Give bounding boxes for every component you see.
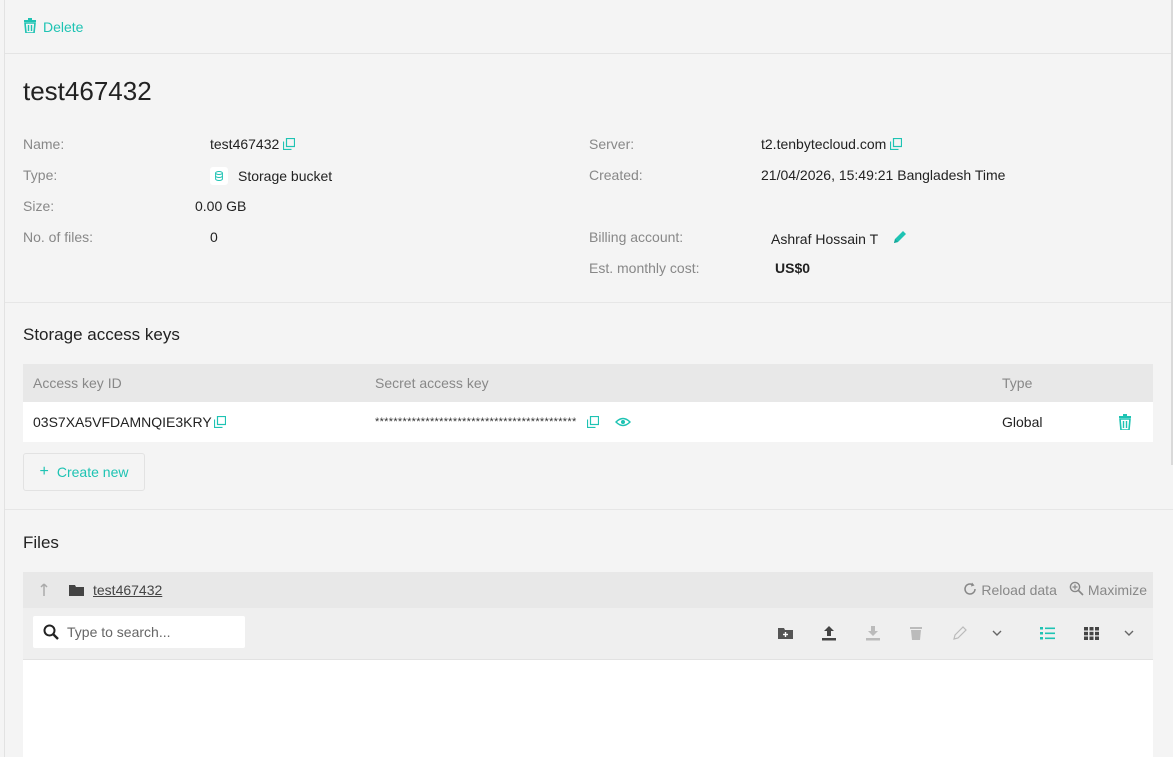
type-cell: Global: [1002, 414, 1043, 430]
reload-icon: [963, 582, 977, 599]
bucket-properties: Name: test467432 Type: Storage bucket Si…: [23, 132, 1163, 292]
access-keys-table: Access key ID Secret access key Type 03S…: [23, 364, 1153, 442]
file-list-area: [23, 660, 1153, 757]
plus-icon: +: [39, 463, 49, 480]
monthly-cost-value: US$0: [775, 260, 811, 276]
access-key-id-text: 03S7XA5VFDAMNQIE3KRY: [33, 414, 212, 430]
new-folder-icon[interactable]: [776, 624, 794, 642]
breadcrumb-folder[interactable]: test467432: [93, 582, 162, 598]
delete-button[interactable]: Delete: [23, 17, 84, 36]
delete-label: Delete: [43, 18, 84, 35]
files-count-label: No. of files:: [23, 229, 94, 245]
trash-icon[interactable]: [907, 624, 925, 642]
table-row: 03S7XA5VFDAMNQIE3KRY *******************…: [23, 402, 1153, 442]
eye-icon[interactable]: [614, 414, 631, 430]
reload-label: Reload data: [981, 582, 1057, 598]
billing-account-label: Billing account:: [589, 229, 684, 245]
up-level-icon[interactable]: [39, 583, 49, 597]
reload-data-button[interactable]: Reload data: [963, 582, 1057, 599]
secret-text: ****************************************…: [375, 416, 577, 428]
search-icon: [43, 624, 59, 640]
maximize-button[interactable]: Maximize: [1069, 581, 1147, 599]
action-bar: Delete: [5, 0, 1173, 54]
size-value: 0.00 GB: [195, 198, 247, 214]
folder-icon: [69, 584, 84, 596]
files-count-value: 0: [210, 229, 218, 245]
chevron-down-icon[interactable]: [988, 624, 1006, 642]
page-title: test467432: [23, 76, 152, 106]
server-text: t2.tenbytecloud.com: [761, 136, 887, 152]
created-value: 21/04/2026, 15:49:21 Bangladesh Time: [761, 167, 1006, 183]
copy-icon[interactable]: [586, 416, 599, 428]
table-header: Access key ID Secret access key Type: [23, 364, 1153, 402]
server-value: t2.tenbytecloud.com: [761, 136, 903, 152]
storage-bucket-icon: [210, 167, 228, 185]
divider: [5, 302, 1173, 303]
file-browser-toolbar: [23, 608, 1153, 660]
chevron-down-icon[interactable]: [1120, 624, 1138, 642]
billing-account-text: Ashraf Hossain T: [771, 230, 879, 247]
column-header-type: Type: [1002, 375, 1033, 391]
copy-icon[interactable]: [213, 416, 226, 428]
maximize-label: Maximize: [1087, 582, 1147, 598]
section-title-files: Files: [23, 533, 59, 552]
column-header-access-key-id: Access key ID: [33, 375, 122, 391]
type-value: Storage bucket: [210, 167, 332, 185]
billing-account-value: Ashraf Hossain T: [771, 229, 908, 248]
monthly-cost-label: Est. monthly cost:: [589, 260, 700, 276]
created-label: Created:: [589, 167, 643, 183]
download-icon[interactable]: [864, 624, 882, 642]
rename-pencil-icon[interactable]: [951, 624, 969, 642]
pencil-icon[interactable]: [892, 229, 908, 248]
upload-icon[interactable]: [820, 624, 838, 642]
name-value: test467432: [210, 136, 296, 152]
access-key-id-cell: 03S7XA5VFDAMNQIE3KRY: [33, 402, 226, 442]
name-label: Name:: [23, 136, 65, 152]
type-text: Storage bucket: [238, 168, 333, 184]
grid-view-icon[interactable]: [1082, 624, 1100, 642]
section-title-access-keys: Storage access keys: [23, 325, 180, 344]
copy-icon[interactable]: [283, 138, 296, 150]
secret-cell: ****************************************…: [375, 402, 631, 442]
create-new-label: Create new: [56, 464, 129, 480]
create-new-key-button[interactable]: + Create new: [23, 453, 145, 491]
size-label: Size:: [23, 198, 55, 214]
column-header-secret: Secret access key: [375, 375, 489, 391]
copy-icon[interactable]: [890, 138, 903, 150]
file-browser-actions: Reload data Maximize: [963, 572, 1147, 608]
file-browser-header: test467432 Reload data Maximize: [23, 572, 1153, 608]
search-box: [33, 616, 245, 648]
trash-icon: [23, 17, 37, 36]
zoom-in-icon: [1069, 581, 1084, 599]
type-label: Type:: [23, 167, 58, 183]
search-input[interactable]: [67, 624, 237, 640]
name-text: test467432: [210, 136, 280, 152]
delete-key-icon[interactable]: [1118, 402, 1132, 442]
list-view-icon[interactable]: [1038, 624, 1056, 642]
divider: [5, 509, 1173, 510]
bucket-details-page: Delete test467432 Name: test467432 Type:…: [4, 0, 1173, 757]
server-label: Server:: [589, 136, 635, 152]
